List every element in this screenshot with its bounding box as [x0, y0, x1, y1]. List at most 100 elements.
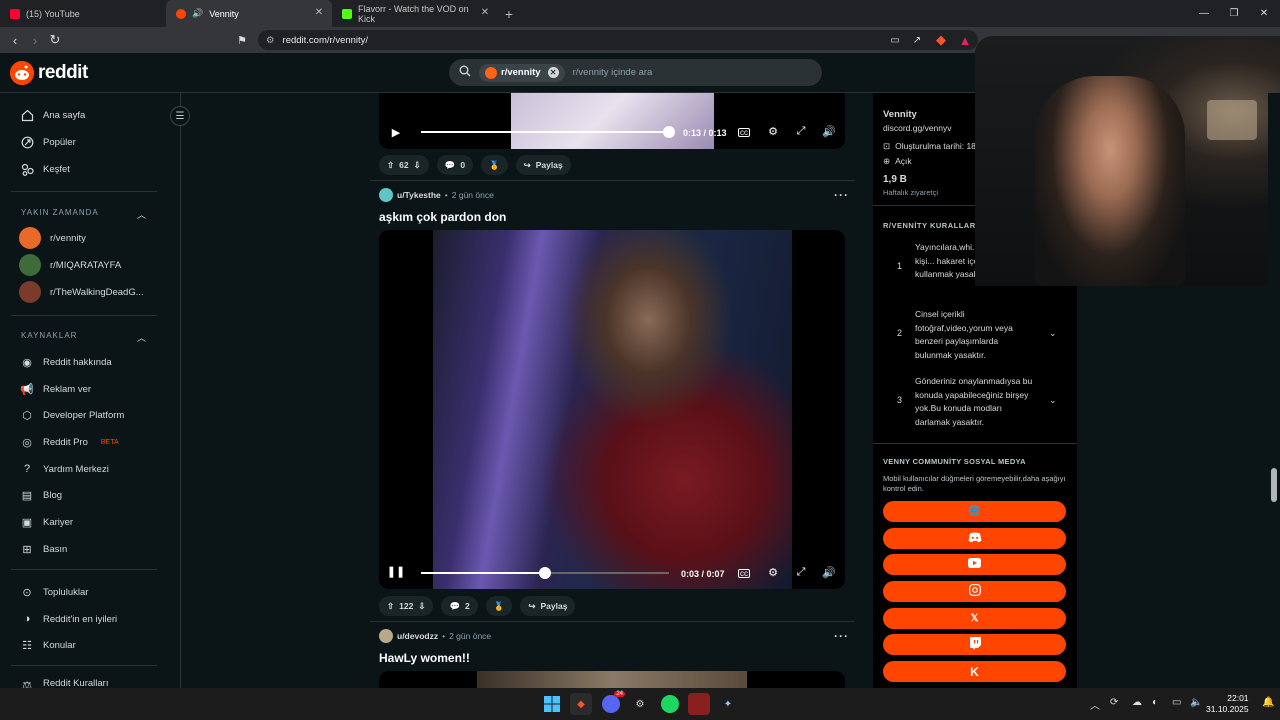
sync-icon[interactable]: ⟳: [1110, 697, 1118, 708]
social-youtube-button[interactable]: [883, 554, 1066, 575]
discord-taskbar-icon[interactable]: 24: [600, 691, 625, 715]
close-tab-icon[interactable]: ✕: [480, 8, 490, 18]
sidebar-item-careers[interactable]: ▣ Kariyer: [20, 512, 73, 532]
forward-button[interactable]: ›: [25, 30, 45, 50]
share-icon[interactable]: ↗: [907, 30, 927, 50]
page-scrollbar[interactable]: [1268, 93, 1280, 688]
back-button[interactable]: ‹: [5, 30, 25, 50]
volume-icon[interactable]: 🔊: [822, 565, 836, 579]
downvote-icon[interactable]: ⇩: [414, 160, 421, 171]
sidebar-item-blog[interactable]: ▤ Blog: [20, 485, 62, 505]
more-options-icon[interactable]: ···: [834, 188, 849, 202]
chevron-up-icon[interactable]: ︿: [137, 331, 147, 344]
sidebar-item-reddit-rules[interactable]: ⚖ Reddit Kuralları: [20, 678, 108, 688]
post-title[interactable]: HawLy women!!: [379, 651, 470, 665]
volume-tray-icon[interactable]: 🔈: [1190, 697, 1202, 708]
search-input[interactable]: r/vennity ✕ r/vennity içinde ara: [449, 59, 822, 86]
social-website-button[interactable]: 🌐: [883, 501, 1066, 522]
system-clock[interactable]: 22:01 31.10.2025: [1206, 693, 1249, 715]
sidebar-item-press[interactable]: ⊞ Basın: [20, 539, 67, 559]
award-button[interactable]: 🏅: [481, 155, 508, 175]
collapse-sidebar-button[interactable]: ☰: [170, 106, 190, 126]
vote-buttons[interactable]: ⇧ 122 ⇩: [379, 596, 434, 616]
sidebar-item-thewalkingdead[interactable]: r/TheWalkingDeadG...: [19, 281, 144, 303]
social-twitch-button[interactable]: [883, 634, 1066, 655]
post-author[interactable]: u/Tykesthe: [397, 190, 441, 200]
brave-shields-icon[interactable]: ◆: [931, 30, 951, 50]
social-kick-button[interactable]: K: [883, 661, 1066, 682]
video-scrubber-knob[interactable]: [663, 126, 675, 138]
display-icon[interactable]: ▭: [1172, 697, 1181, 708]
sidebar-item-topics[interactable]: ☷ Konular: [20, 635, 76, 655]
minimize-button[interactable]: —: [1188, 0, 1220, 27]
user-avatar[interactable]: [379, 188, 393, 202]
play-icon[interactable]: ▶: [389, 125, 403, 139]
tab-vennity[interactable]: 🔊 Vennity ✕: [166, 0, 332, 27]
cloud-icon[interactable]: ☁: [1132, 697, 1142, 708]
show-hidden-icons-icon[interactable]: ︿: [1090, 697, 1100, 712]
post-video-player[interactable]: ▶ 0:13 / 0:13 cc ⚙ ⤢ 🔊: [379, 93, 845, 149]
new-tab-button[interactable]: +: [498, 3, 520, 25]
more-options-icon[interactable]: ···: [834, 629, 849, 643]
app-icon[interactable]: [688, 693, 710, 715]
post-title[interactable]: aşkım çok pardon don: [379, 210, 506, 224]
clear-chip-icon[interactable]: ✕: [547, 67, 559, 78]
sidebar-item-developer-platform[interactable]: ⬡ Developer Platform: [20, 405, 124, 425]
steam-icon[interactable]: ⚙: [629, 693, 651, 715]
comments-button[interactable]: 💬 2: [441, 596, 478, 616]
pause-icon[interactable]: ❚❚: [387, 564, 405, 578]
windows-start-icon[interactable]: [541, 693, 563, 715]
brave-rewards-icon[interactable]: ▲: [955, 30, 975, 50]
downvote-icon[interactable]: ⇩: [418, 601, 425, 612]
app-icon[interactable]: ✦: [717, 693, 739, 715]
volume-icon[interactable]: 🔊: [822, 124, 836, 138]
close-tab-icon[interactable]: ✕: [314, 8, 324, 18]
tab-kick[interactable]: Flavorr - Watch the VOD on Kick ✕: [332, 0, 498, 27]
social-instagram-button[interactable]: [883, 581, 1066, 602]
rule-item[interactable]: 2 Cinsel içerikli fotoğraf,video,yorum v…: [873, 306, 1077, 364]
captions-icon[interactable]: cc: [738, 569, 750, 578]
award-button[interactable]: 🏅: [485, 596, 513, 616]
sidebar-item-about-reddit[interactable]: ◉ Reddit hakkında: [20, 352, 111, 372]
captions-icon[interactable]: cc: [738, 128, 750, 137]
tab-youtube[interactable]: (15) YouTube: [0, 0, 166, 27]
reddit-logo[interactable]: reddit: [10, 61, 88, 85]
social-discord-button[interactable]: [883, 528, 1066, 549]
post-video-player[interactable]: ❚❚ 0:03 / 0:07 cc ⚙ ⤢ 🔊: [379, 230, 845, 589]
vote-buttons[interactable]: ⇧ 62 ⇩: [379, 155, 429, 175]
sidebar-item-popular[interactable]: Popüler: [20, 132, 76, 152]
upvote-icon[interactable]: ⇧: [387, 601, 394, 612]
resources-section-header[interactable]: KAYNAKLAR ︿: [21, 331, 147, 344]
comments-button[interactable]: 💬 0: [436, 155, 474, 175]
video-progress-bar[interactable]: [421, 567, 669, 579]
chevron-down-icon[interactable]: ⌄: [1049, 395, 1057, 406]
settings-gear-icon[interactable]: ⚙: [766, 124, 780, 138]
sidebar-item-miqaratayfa[interactable]: r/MIQARATAYFA: [19, 254, 121, 276]
address-bar[interactable]: ⚙ reddit.com/r/vennity/: [258, 30, 978, 50]
video-progress-bar[interactable]: [421, 126, 675, 138]
post-media-preview[interactable]: [379, 671, 845, 688]
social-x-button[interactable]: 𝕏: [883, 608, 1066, 629]
brave-browser-icon[interactable]: ◆: [570, 693, 592, 715]
subreddit-search-chip[interactable]: r/vennity ✕: [479, 63, 565, 82]
upvote-icon[interactable]: ⇧: [387, 160, 394, 171]
share-button[interactable]: ↪ Paylaş: [515, 155, 571, 175]
sidebar-item-reddit-pro[interactable]: ◎ Reddit Pro BETA: [20, 432, 118, 452]
share-button[interactable]: ↪ Paylaş: [520, 596, 576, 616]
close-window-button[interactable]: ✕: [1248, 0, 1280, 27]
sidebar-item-home[interactable]: Ana sayfa: [20, 105, 85, 125]
sidebar-item-vennity[interactable]: r/vennity: [19, 227, 86, 249]
post-author[interactable]: u/devodzz: [397, 631, 438, 641]
audio-playing-icon[interactable]: 🔊: [192, 8, 203, 19]
user-avatar[interactable]: [379, 629, 393, 643]
spotify-icon[interactable]: [659, 693, 681, 715]
rule-item[interactable]: 3 Gönderiniz onaylanmadıysa bu konuda ya…: [873, 373, 1077, 431]
notification-icon[interactable]: 🔔: [1262, 697, 1274, 708]
video-scrubber-knob[interactable]: [539, 567, 551, 579]
reload-button[interactable]: ↻: [45, 30, 65, 50]
maximize-button[interactable]: ❐: [1218, 0, 1250, 27]
sidebar-item-best-of-reddit[interactable]: ◑ Reddit'in en iyileri: [20, 609, 117, 629]
headset-icon[interactable]: ◐: [1152, 697, 1158, 708]
sidebar-item-explore[interactable]: Keşfet: [20, 159, 70, 179]
fullscreen-icon[interactable]: ⤢: [794, 124, 808, 138]
